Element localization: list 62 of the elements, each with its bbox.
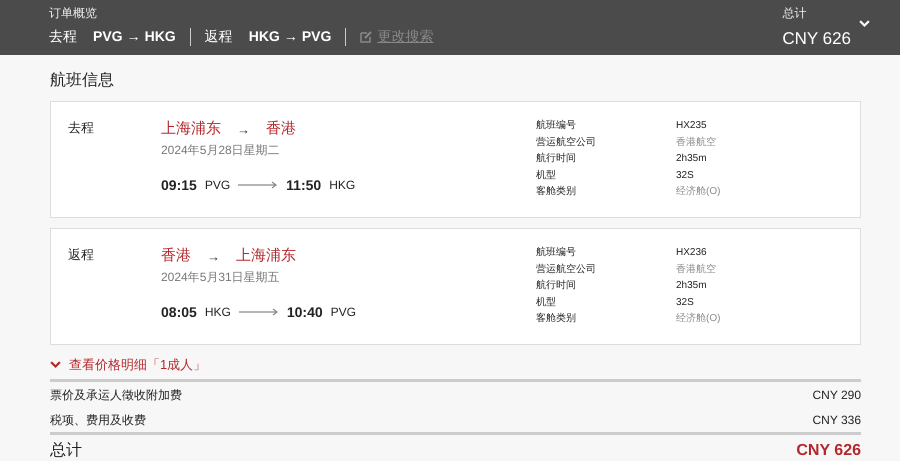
flight-date: 2024年5月31日星期五 [161,268,281,286]
detail-value: HX236 [676,246,707,260]
detail-value: HX235 [676,119,707,133]
detail-value: 经济舱(O) [676,312,720,326]
total-label: 总计 [782,5,808,22]
detail-label: 机型 [536,168,557,182]
departure-time: 08:05 [161,302,197,322]
edit-icon [360,30,374,43]
airport-code: HKG [204,304,231,321]
arrow-icon [238,181,278,189]
arrow-icon: → [207,246,220,266]
arrival-time: 11:50 [286,176,322,194]
airport-code: PVG [204,177,230,194]
total-amount: CNY 626 [782,28,851,50]
price-amount: CNY 290 [812,386,861,404]
price-amount: CNY 336 [812,412,861,428]
detail-label: 客舱类别 [536,312,577,326]
detail-value: 2h35m [676,279,707,293]
airport-code: HKG [248,27,280,46]
detail-label: 营运航空公司 [536,262,597,276]
chevron-icon [859,20,870,28]
detail-label: 客舱类别 [536,184,577,199]
leg-label: 返程 [68,246,95,264]
city-name: 上海浦东 [161,119,221,139]
detail-label: 航行时间 [536,278,577,293]
detail-value: 经济舱(O) [676,184,720,199]
arrow-icon [238,308,279,316]
detail-label: 航行时间 [536,152,577,166]
leg-label: 去程 [68,119,95,137]
total-amount: CNY 626 [796,440,861,460]
airport-code: PVG [302,27,332,46]
detail-label: 航班编号 [536,118,577,133]
section-title: 航班信息 [50,70,115,91]
detail-label: 航班编号 [536,246,577,260]
city-name: 香港 [161,246,191,266]
arrow-icon: → [237,120,250,139]
arrow-icon: → [126,26,141,47]
arrow-icon: → [284,26,298,47]
total-label: 总计 [50,440,82,460]
price-details-toggle[interactable]: 查看价格明细「1成人」 [50,355,206,374]
detail-label: 机型 [536,296,557,310]
header-title: 订单概览 [49,5,98,22]
leg-label: 去程 [49,27,77,46]
detail-value: 2h35m [676,152,707,166]
detail-value: 香港航空 [676,262,716,276]
detail-label: 营运航空公司 [536,136,597,150]
city-name: 香港 [266,119,296,139]
airport-code: PVG [93,27,123,46]
detail-value: 香港航空 [676,136,716,150]
departure-time: 09:15 [161,176,197,194]
airport-code: PVG [330,304,356,321]
price-label: 税项、费用及收费 [50,412,146,428]
chevron-icon [50,360,61,369]
detail-value: 32S [676,168,694,182]
city-name: 上海浦东 [236,246,296,266]
airport-code: HKG [329,177,356,194]
price-label: 票价及承运人徵收附加费 [50,386,182,404]
flight-date: 2024年5月28日星期二 [161,142,281,158]
detail-value: 32S [676,296,694,310]
arrival-time: 10:40 [286,302,323,322]
leg-label: 返程 [204,27,233,46]
airport-code: HKG [144,27,176,46]
